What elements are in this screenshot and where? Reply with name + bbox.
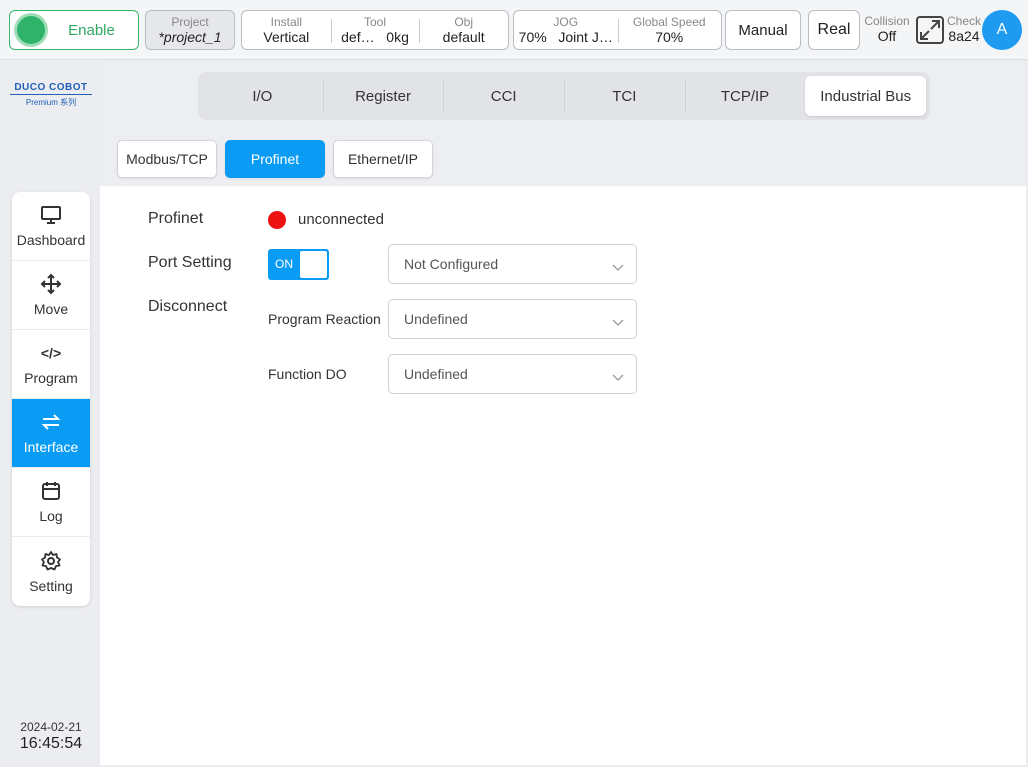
install-label: Install [270,15,303,29]
collision-value: Off [877,28,897,44]
sidebar-item-program[interactable]: </> Program [12,330,90,399]
tab-cci[interactable]: CCI [443,76,564,116]
global-speed-segment[interactable]: Global Speed 70% [617,11,722,49]
port-config-select[interactable]: Not Configured [388,244,637,284]
function-do-label: Function DO [268,366,347,382]
brand-logo: DUCO COBOT Premium 系列 [10,82,92,108]
sidebar-item-label: Interface [23,439,79,455]
jog-percent: 70% [518,29,547,45]
obj-value: default [442,29,485,45]
collision-label: Collision [864,14,910,28]
tab-tcpip[interactable]: TCP/IP [684,76,806,116]
jog-mode: Joint J… [558,29,613,45]
current-time: 16:45:54 [19,735,83,752]
obj-label: Obj [454,15,474,29]
manual-mode-button[interactable]: Manual [725,10,801,50]
tab-io[interactable]: I/O [202,76,323,116]
global-speed-value: 70% [655,29,684,45]
logo-sub-text: Premium 系列 [25,98,77,107]
logo-main-text: DUCO COBOT [10,82,92,95]
project-value: *project_1 [158,29,222,45]
expand-icon[interactable] [916,16,944,44]
obj-segment[interactable]: Obj default [419,11,508,49]
datetime-display: 2024-02-21 16:45:54 [8,720,94,753]
sidebar-item-log[interactable]: Log [12,468,90,537]
enable-button[interactable]: Enable [9,10,139,50]
top-bar: Enable Project *project_1 Install Vertic… [0,0,1028,60]
swap-arrows-icon [40,411,62,433]
sidebar-item-label: Log [39,508,63,524]
sidebar-item-move[interactable]: Move [12,261,90,330]
sidebar-item-label: Program [24,370,78,386]
enable-label: Enable [68,21,115,39]
tab-tci[interactable]: TCI [564,76,685,116]
subtab-profinet[interactable]: Profinet [225,140,325,178]
tool-value: def… 0kg [331,29,420,46]
install-value: Vertical [263,29,310,45]
enable-status-icon [17,16,45,44]
chevron-down-icon [612,369,624,385]
code-icon: </> [40,345,62,361]
connection-status-icon [268,211,286,229]
tool-segment[interactable]: Tool def… 0kg [330,11,420,49]
program-reaction-value: Undefined [404,311,468,327]
jog-value: 70% Joint J… [514,29,618,46]
sidebar-nav: Dashboard Move </> Program Interface Log… [12,192,90,606]
chevron-down-icon [612,314,624,330]
disconnect-label: Disconnect [148,298,228,315]
port-setting-toggle[interactable]: ON [268,249,329,280]
jog-speed-panel[interactable]: JOG 70% Joint J… Global Speed 70% [513,10,722,50]
tab-industrial-bus[interactable]: Industrial Bus [805,76,927,116]
sidebar-item-label: Dashboard [16,232,86,248]
function-do-value: Undefined [404,366,468,382]
connection-status-text: unconnected [298,211,384,228]
real-mode-button[interactable]: Real [808,10,860,50]
toggle-knob [300,251,327,278]
port-setting-label: Port Setting [148,254,232,271]
program-reaction-label: Program Reaction [268,311,381,327]
tool-name: def… [341,29,375,45]
function-do-select[interactable]: Undefined [388,354,637,394]
tab-register[interactable]: Register [322,76,444,116]
program-reaction-select[interactable]: Undefined [388,299,637,339]
subtab-modbus-tcp[interactable]: Modbus/TCP [117,140,217,178]
toggle-on-text: ON [275,257,293,271]
sidebar-item-label: Move [33,301,69,317]
current-date: 2024-02-21 [20,720,82,734]
check-status[interactable]: Check 8a24 [944,10,984,45]
project-selector[interactable]: Project *project_1 [145,10,235,50]
tool-label: Tool [364,15,387,29]
move-arrows-icon [40,273,62,295]
check-value: 8a24 [948,28,980,44]
subtab-ethernet-ip[interactable]: Ethernet/IP [333,140,433,178]
sidebar-item-interface[interactable]: Interface [12,399,90,468]
sidebar-item-setting[interactable]: Setting [12,537,90,606]
jog-label: JOG [553,15,579,29]
user-avatar[interactable]: A [982,10,1022,50]
interface-tabs: I/O Register CCI TCI TCP/IP Industrial B… [198,72,930,120]
global-speed-label: Global Speed [632,15,706,29]
monitor-icon [40,204,62,226]
check-label: Check [946,14,981,28]
sidebar-item-dashboard[interactable]: Dashboard [12,192,90,261]
chevron-down-icon [612,259,624,275]
install-segment[interactable]: Install Vertical [242,11,331,49]
profinet-title: Profinet [148,210,204,227]
install-tool-obj-panel[interactable]: Install Vertical Tool def… 0kg Obj defau… [241,10,509,50]
gear-icon [40,550,62,572]
jog-segment[interactable]: JOG 70% Joint J… [514,11,618,49]
project-label: Project [171,15,209,29]
calendar-icon [40,480,62,502]
tool-weight: 0kg [386,29,409,45]
port-config-value: Not Configured [404,256,499,272]
collision-status[interactable]: Collision Off [862,10,912,45]
sidebar-item-label: Setting [29,577,73,594]
